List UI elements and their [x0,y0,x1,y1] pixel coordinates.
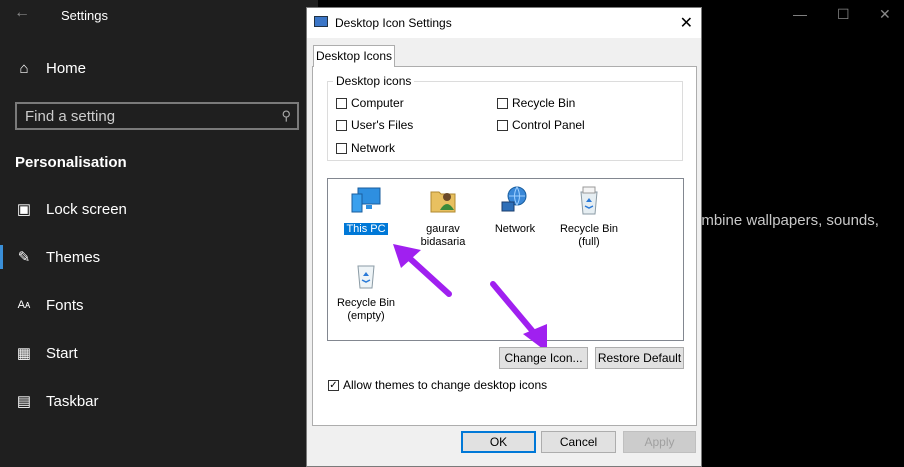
apply-button[interactable]: Apply [623,431,696,453]
back-arrow-icon[interactable]: ← [14,4,30,22]
restore-default-button[interactable]: Restore Default [595,347,684,369]
dialog-titlebar: Desktop Icon Settings ✕ [307,8,701,38]
start-grid-icon: ▦ [16,345,32,362]
tab-desktop-icons[interactable]: Desktop Icons [313,45,395,67]
checkbox-recycle-bin[interactable]: Recycle Bin [497,96,575,110]
sidebar-item-lock-screen[interactable]: ▣ Lock screen [14,197,127,221]
checkbox-label: Allow themes to change desktop icons [343,378,548,392]
monitor-icon: ▣ [16,201,32,218]
group-label: Desktop icons [333,74,415,88]
sidebar-item-themes[interactable]: ✎ Themes [14,245,100,269]
recycle-bin-full-icon [580,186,598,215]
checkbox-box-checked[interactable]: ✓ [328,379,339,391]
sidebar-item-label: Lock screen [46,200,127,218]
checkbox-network[interactable]: Network [336,141,395,155]
close-button[interactable]: ✕ [879,6,891,23]
checkbox-label: Network [351,141,396,155]
icon-item-recycle-bin-full[interactable]: Recycle Bin (full) [549,184,629,249]
icon-label: This PC [343,222,389,236]
fonts-icon: Aᴀ [17,299,31,311]
desktop-icon-settings-dialog: Desktop Icon Settings ✕ Desktop Icons De… [306,7,702,467]
user-folder-icon [430,191,456,213]
checkbox-box[interactable] [336,97,347,109]
search-box[interactable]: ⚲ [15,102,299,130]
sidebar-item-label: Taskbar [46,392,99,410]
minimize-button[interactable]: — [793,6,807,22]
annotation-arrow-icon [490,281,547,352]
home-link[interactable]: ⌂ Home [14,60,86,77]
settings-sidebar: ← Settings ⌂ Home ⚲ Personalisation ▣ Lo… [0,0,318,467]
themes-description-text: ombine wallpapers, sounds, [693,212,879,229]
cancel-button[interactable]: Cancel [541,431,616,453]
checkbox-box[interactable] [336,142,347,154]
sidebar-item-taskbar[interactable]: ▤ Taskbar [14,389,99,413]
active-indicator [0,245,3,269]
home-label: Home [46,60,87,77]
icon-label: Network [494,223,536,235]
checkbox-allow-themes[interactable]: ✓ Allow themes to change desktop icons [328,378,547,392]
sidebar-item-label: Fonts [46,296,84,314]
recycle-bin-empty-icon [357,265,375,289]
checkbox-label: User's Files [351,118,414,132]
search-icon: ⚲ [281,108,291,123]
checkbox-label: Recycle Bin [512,96,576,110]
brush-icon: ✎ [17,249,31,266]
sidebar-item-fonts[interactable]: Aᴀ Fonts [14,293,84,317]
this-pc-icon [351,187,381,213]
checkbox-label: Control Panel [512,118,585,132]
checkbox-control-panel[interactable]: Control Panel [497,118,585,132]
home-icon: ⌂ [19,60,29,77]
maximize-button[interactable]: ☐ [837,6,850,23]
checkbox-label: Computer [351,96,404,110]
checkbox-box[interactable] [336,119,347,131]
checkbox-users-files[interactable]: User's Files [336,118,413,132]
sidebar-item-start[interactable]: ▦ Start [14,341,78,365]
checkbox-computer[interactable]: Computer [336,96,404,110]
ok-button[interactable]: OK [461,431,536,453]
search-input[interactable] [25,108,265,125]
checkbox-box[interactable] [497,97,508,109]
annotation-arrow-icon [393,244,452,297]
sidebar-item-label: Themes [46,248,101,266]
window-title: Settings [61,8,108,23]
icon-item-network[interactable]: Network [475,184,555,236]
taskbar-icon: ▤ [16,393,32,410]
icon-item-this-pc[interactable]: This PC [326,184,406,236]
desktop-settings-icon [314,16,328,27]
checkbox-box[interactable] [497,119,508,131]
section-title: Personalisation [15,154,127,171]
sidebar-item-label: Start [46,344,78,362]
network-globe-icon [501,186,527,212]
icon-label: Recycle Bin (full) [559,223,619,248]
dialog-close-icon[interactable]: ✕ [680,13,693,33]
dialog-title: Desktop Icon Settings [335,16,452,30]
change-icon-button[interactable]: Change Icon... [499,347,588,369]
